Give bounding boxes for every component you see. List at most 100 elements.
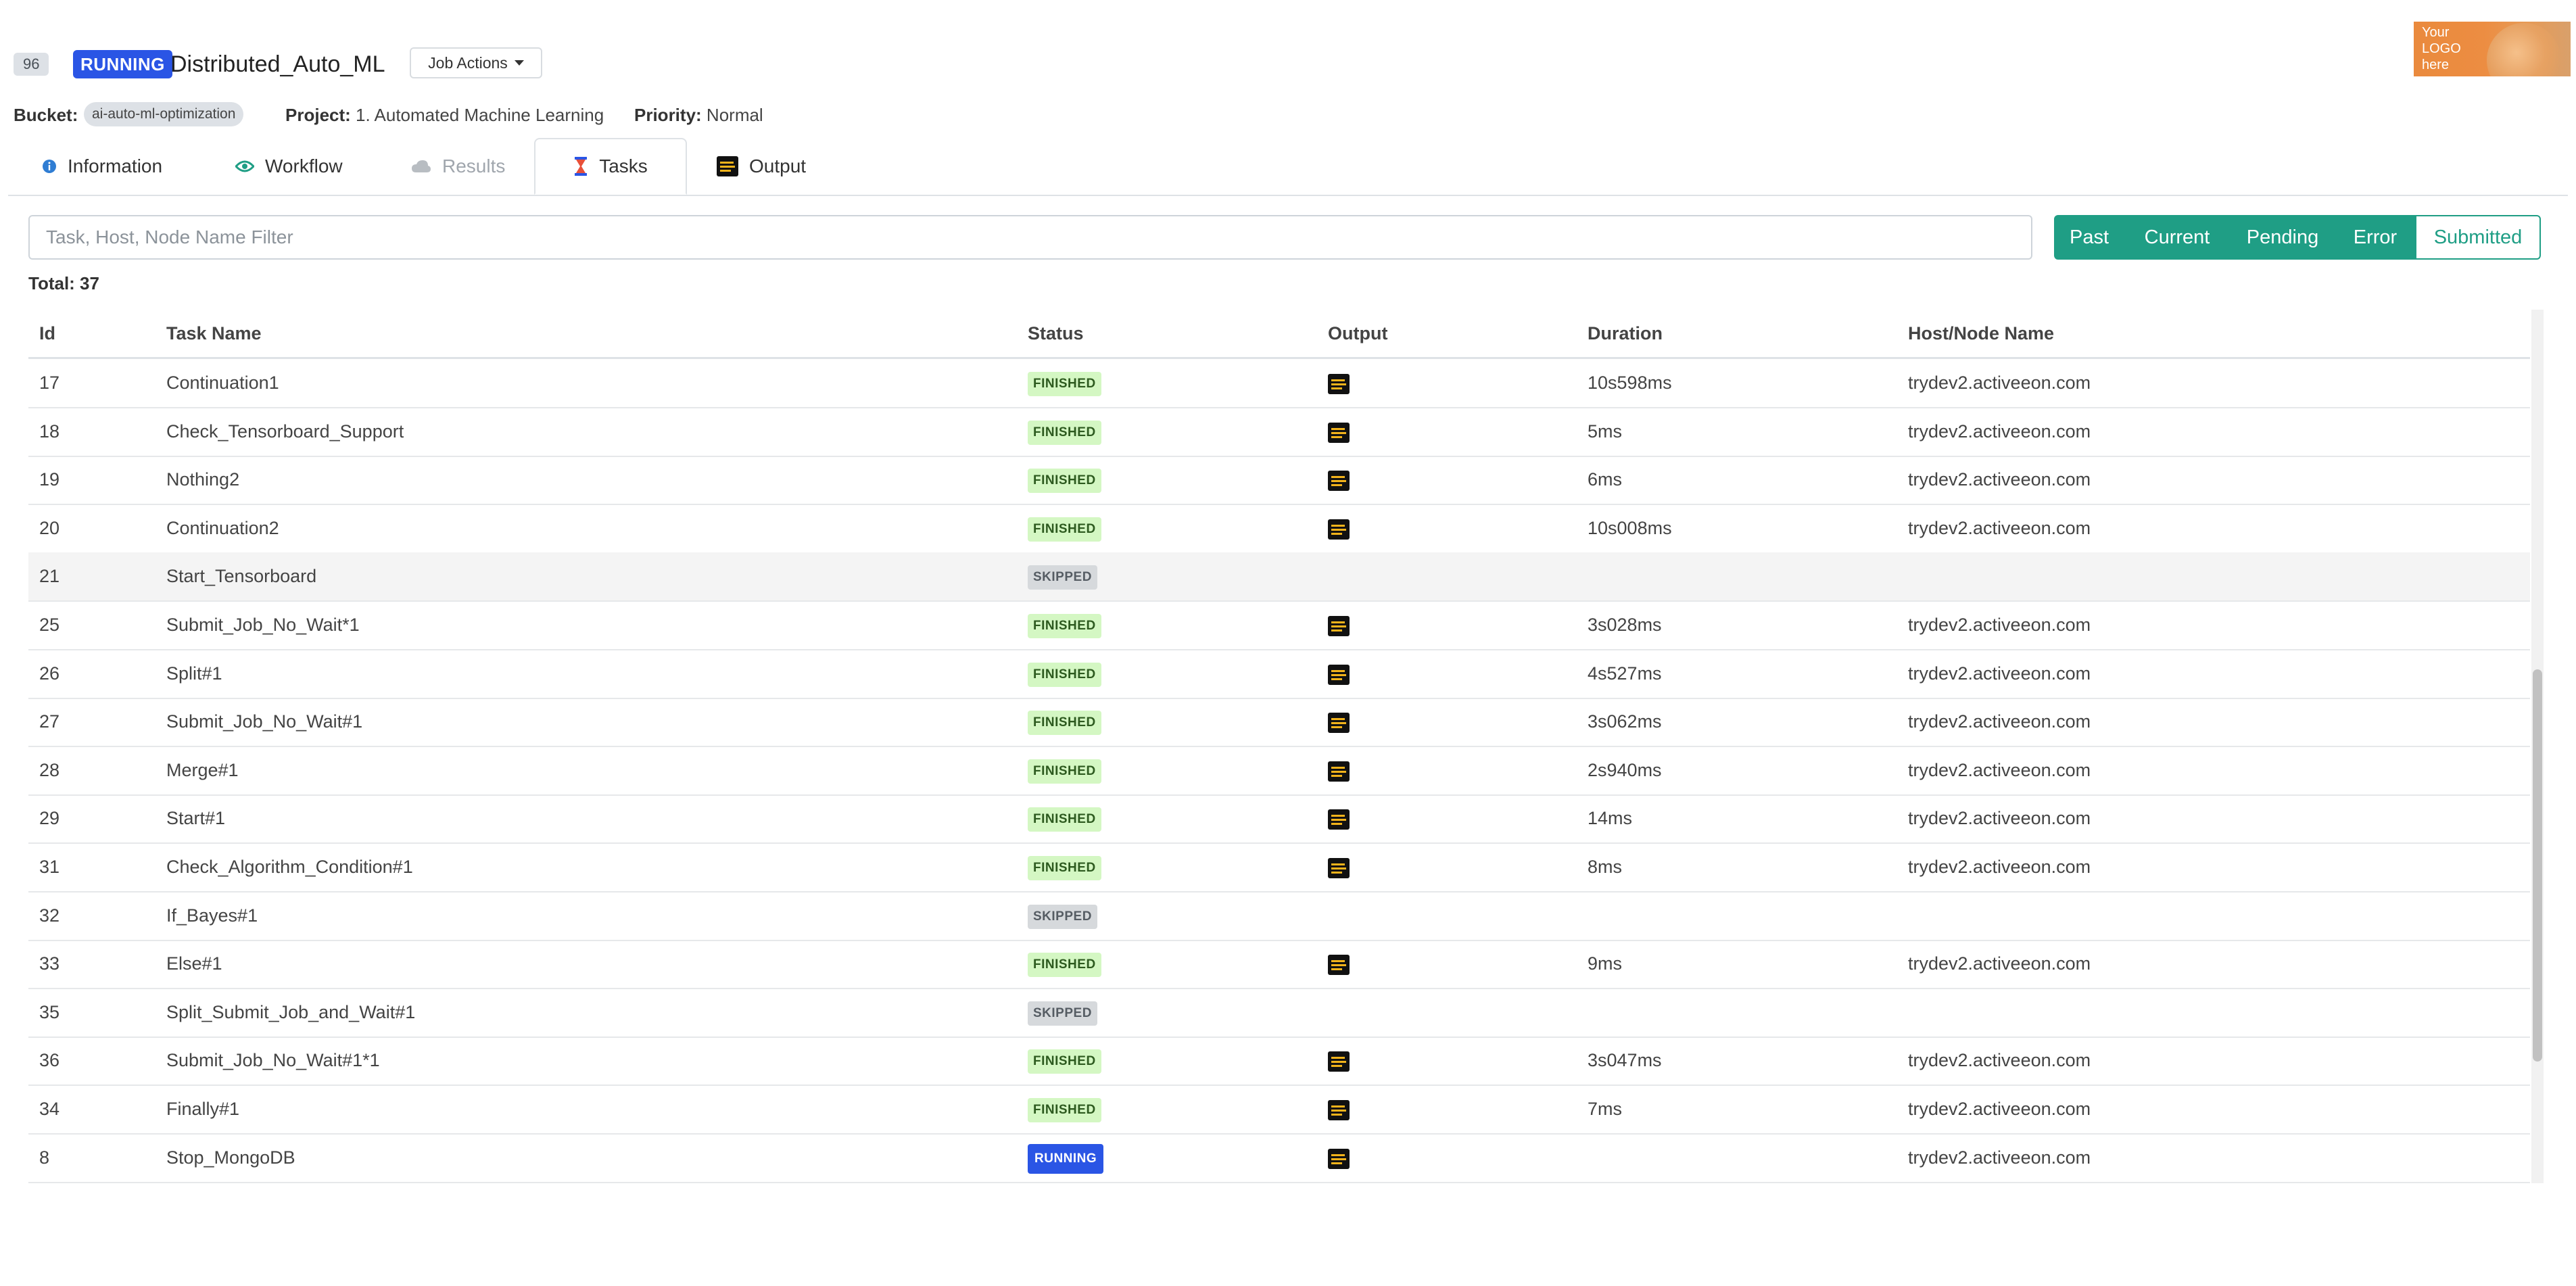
status-badge: FINISHED [1028,807,1101,832]
table-row[interactable]: 20 Continuation2 FINISHED 10s008ms trydev2.a… [28,504,2530,554]
company-logo: Your LOGO here [2414,22,2571,76]
table-row[interactable]: 17 Continuation1 FINISHED 10s598ms trydev2.a… [28,359,2530,408]
table-row[interactable]: 19 Nothing2 FINISHED 6ms trydev2.activeeon.c… [28,456,2530,506]
task-name: Start#1 [166,808,226,829]
output-log-icon[interactable] [1328,374,1350,394]
filter-pending-button[interactable]: Pending [2230,215,2335,260]
output-log-icon[interactable] [1328,471,1350,492]
output-icon [717,156,738,176]
table-row[interactable]: 31 Check_Algorithm_Condition#1 FINISHED 8ms… [28,843,2530,892]
output-log-icon[interactable] [1328,858,1350,878]
output-log-icon[interactable] [1328,422,1350,443]
task-name: Submit_Job_No_Wait#1*1 [166,1050,380,1071]
task-host: trydev2.activeeon.com [1908,1099,2091,1119]
task-name: Start_Tensorboard [166,566,317,587]
task-duration: 9ms [1588,953,1623,974]
task-host: trydev2.activeeon.com [1908,517,2091,538]
project-field: Project: 1. Automated Machine Learning [285,103,604,126]
column-header-task-name[interactable]: Task Name [166,310,262,357]
tab-information[interactable]: Information [42,138,162,195]
tasks-table: Id Task Name Status Output Duration Host… [28,310,2544,1183]
output-log-icon[interactable] [1328,664,1350,685]
status-filter-group: Past Current Pending Error Submitted [2054,215,2541,260]
task-duration: 10s008ms [1588,517,1672,538]
table-row[interactable]: 34 Finally#1 FINISHED 7ms trydev2.activeeon.… [28,1085,2530,1135]
bucket-pill: ai-auto-ml-optimization [84,102,244,126]
table-row[interactable]: 21 Start_Tensorboard SKIPPED [28,552,2530,602]
task-id: 26 [39,663,60,684]
priority-field: Priority: Normal [634,103,763,126]
priority-label: Priority: [634,105,702,125]
output-log-icon[interactable] [1328,809,1350,830]
table-scrollbar-thumb[interactable] [2533,669,2542,1062]
output-log-icon[interactable] [1328,761,1350,782]
table-row[interactable]: 33 Else#1 FINISHED 9ms trydev2.activeeon.com [28,940,2530,990]
task-duration: 14ms [1588,808,1633,829]
output-log-icon[interactable] [1328,616,1350,636]
tab-results[interactable]: Results [411,138,505,195]
task-duration: 8ms [1588,857,1623,877]
filter-past-button[interactable]: Past [2054,215,2124,260]
column-header-status[interactable]: Status [1028,310,1084,357]
filter-error-button[interactable]: Error [2335,215,2415,260]
table-row[interactable]: 32 If_Bayes#1 SKIPPED [28,892,2530,941]
eye-icon [235,160,254,172]
task-duration: 5ms [1588,421,1623,442]
priority-value: Normal [706,105,763,125]
table-row[interactable]: 8 Stop_MongoDB RUNNING trydev2.activeeon.co… [28,1134,2530,1183]
logo-text: Your LOGO here [2422,25,2461,72]
total-count: Total: 37 [28,273,99,293]
task-id: 33 [39,953,60,974]
task-id: 35 [39,1001,60,1022]
table-row[interactable]: 25 Submit_Job_No_Wait*1 FINISHED 3s028ms try… [28,601,2530,650]
column-header-id[interactable]: Id [39,310,55,357]
status-badge: FINISHED [1028,1098,1101,1122]
task-name: Continuation2 [166,517,279,538]
output-log-icon[interactable] [1328,1051,1350,1072]
table-row[interactable]: 35 Split_Submit_Job_and_Wait#1 SKIPPED [28,989,2530,1038]
table-row[interactable]: 29 Start#1 FINISHED 14ms trydev2.activeeon.c… [28,794,2530,844]
filter-submitted-button[interactable]: Submitted [2415,215,2541,260]
task-name: If_Bayes#1 [166,905,258,926]
tab-workflow[interactable]: Workflow [235,138,343,195]
output-log-icon[interactable] [1328,955,1350,976]
job-actions-button[interactable]: Job Actions [410,47,542,78]
task-host: trydev2.activeeon.com [1908,759,2091,780]
task-name: Check_Algorithm_Condition#1 [166,857,413,877]
tab-tasks[interactable]: Tasks [534,138,687,195]
task-host: trydev2.activeeon.com [1908,1050,2091,1071]
bucket-label: Bucket: [14,105,78,125]
task-id: 25 [39,615,60,635]
output-log-icon[interactable] [1328,713,1350,734]
tab-output[interactable]: Output [717,138,806,195]
output-log-icon[interactable] [1328,519,1350,540]
task-name: Submit_Job_No_Wait#1 [166,711,363,732]
output-log-icon[interactable] [1328,1100,1350,1120]
task-id: 29 [39,808,60,829]
table-row[interactable]: 36 Submit_Job_No_Wait#1*1 FINISHED 3s047ms t… [28,1037,2530,1087]
status-badge: FINISHED [1028,711,1101,736]
task-id: 31 [39,857,60,877]
task-host: trydev2.activeeon.com [1908,711,2091,732]
table-row[interactable]: 26 Split#1 FINISHED 4s527ms trydev2.activeeo… [28,650,2530,699]
table-row[interactable]: 28 Merge#1 FINISHED 2s940ms trydev2.activeeo… [28,746,2530,796]
task-id: 20 [39,517,60,538]
task-host: trydev2.activeeon.com [1908,953,2091,974]
task-id: 28 [39,759,60,780]
table-row[interactable]: 27 Submit_Job_No_Wait#1 FINISHED 3s062ms try… [28,698,2530,748]
task-name: Check_Tensorboard_Support [166,421,404,442]
column-header-host[interactable]: Host/Node Name [1908,310,2054,357]
status-badge: FINISHED [1028,469,1101,494]
job-id-badge: 96 [14,53,49,76]
cloud-icon [412,160,431,172]
status-badge: FINISHED [1028,662,1101,687]
column-header-duration[interactable]: Duration [1588,310,1663,357]
output-log-icon[interactable] [1328,1148,1350,1169]
table-row[interactable]: 18 Check_Tensorboard_Support FINISHED 5ms tr… [28,408,2530,457]
task-filter-input[interactable] [28,215,2032,260]
status-badge: FINISHED [1028,759,1101,784]
job-actions-label: Job Actions [428,53,508,72]
task-name: Nothing2 [166,469,240,490]
filter-current-button[interactable]: Current [2124,215,2230,260]
column-header-output[interactable]: Output [1328,310,1387,357]
